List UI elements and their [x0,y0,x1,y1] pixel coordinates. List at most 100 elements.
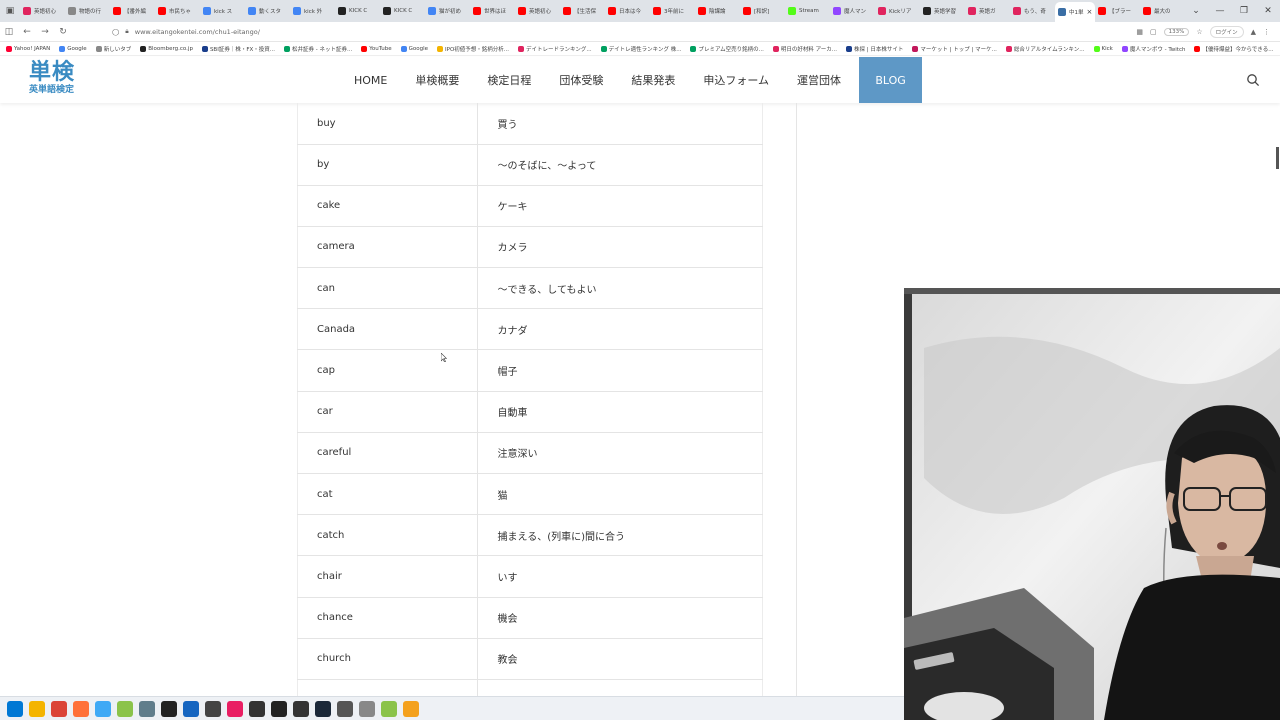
sidebar-toggle-icon[interactable]: ◫ [0,22,18,42]
bookmark-item[interactable]: マーケット | トップ | マーケ... [912,45,997,53]
lock-icon[interactable]: 🔒︎ [125,27,128,36]
app-icon[interactable] [95,700,111,717]
app-icon[interactable] [117,700,133,717]
browser-tab[interactable]: 動くスタ [245,2,290,20]
bookmark-item[interactable]: デイトレードランキング... [518,45,592,53]
file-explorer-icon[interactable] [29,700,45,717]
picture-in-picture-icon[interactable]: ▢ [1150,28,1157,36]
tab-label: 魔人マン [844,9,867,15]
terminal-icon[interactable] [249,700,265,717]
browser-tab[interactable]: もう、奇 [1010,2,1055,20]
record-icon[interactable] [161,700,177,717]
browser-tab[interactable]: 英語初心 [515,2,560,20]
bookmark-item[interactable]: 明日の好材料 アーカ... [772,45,837,53]
back-button[interactable]: ← [18,22,36,42]
browser-tab[interactable]: 英語ガ [965,2,1010,20]
browser-tab[interactable]: kick ス [200,2,245,20]
app-icon[interactable] [271,700,287,717]
browser-tab[interactable]: Kickリア [875,2,920,20]
tab-search-icon[interactable]: ⌄ [1184,0,1208,22]
bookmark-item[interactable]: デイトレ適性ランキング 株... [600,45,681,53]
nav-item-1[interactable]: 単検概要 [401,57,473,103]
bookmark-item[interactable]: 総合リアルタイムランキン... [1005,45,1085,53]
browser-tab[interactable]: 物語の行 [65,2,110,20]
site-logo[interactable]: 単検 英単語検定 [29,61,79,96]
browser-tab[interactable]: KICK C [335,2,380,20]
app-icon[interactable] [381,700,397,717]
scrollbar-thumb[interactable] [1276,147,1279,169]
bookmark-item[interactable]: Yahoo! JAPAN [6,45,50,52]
app-icon[interactable] [205,700,221,717]
nav-item-7[interactable]: BLOG [859,57,923,103]
app-icon[interactable] [227,700,243,717]
browser-tab[interactable]: 世界はほ [470,2,515,20]
minimize-button[interactable]: — [1208,0,1232,22]
extension-icon[interactable]: ▲ [1251,28,1256,36]
nav-item-5[interactable]: 申込フォーム [689,57,783,103]
table-row: cap 帽子 [297,349,763,392]
app-icon[interactable] [293,700,309,717]
bookmark-star-icon[interactable]: ☆ [1196,28,1202,36]
table-row: careful 注意深い [297,432,763,475]
bookmark-item[interactable]: Google [59,45,87,52]
url-field[interactable]: ◯ 🔒︎ www.eitangokentei.com/chu1-eitango/ [112,25,1136,39]
bookmark-item[interactable]: SBI証券｜株・FX・投資... [201,45,275,53]
bookmark-item[interactable]: プレミアム空売り銘柄の... [690,45,764,53]
browser-tab[interactable]: 【生活保 [560,2,605,20]
english-word-cell: cap [297,349,478,392]
maximize-button[interactable]: ❐ [1232,0,1256,22]
browser-tab[interactable]: 最大の [1140,2,1185,20]
browser-tab[interactable]: kick 外 [290,2,335,20]
app-icon[interactable] [183,700,199,717]
browser-tab[interactable]: 英語学習 [920,2,965,20]
browser-tab[interactable]: 英語初心 [20,2,65,20]
bookmark-item[interactable]: 【優待爆益】今からできる... [1194,45,1273,53]
browser-tab[interactable]: 魔人マン [830,2,875,20]
browser-tab[interactable]: 市民ちゃ [155,2,200,20]
url-text[interactable]: www.eitangokentei.com/chu1-eitango/ [135,28,260,36]
nav-item-0[interactable]: HOME [340,57,401,103]
tracking-shield-icon[interactable]: ◯ [112,28,119,36]
menu-icon[interactable]: ⋮ [1263,28,1270,36]
bookmark-item[interactable]: 新しいタブ [95,45,131,53]
app-icon[interactable] [337,700,353,717]
bookmark-item[interactable]: Google [400,45,428,52]
nav-item-6[interactable]: 運営団体 [783,57,855,103]
bookmark-item[interactable]: IPO初値予想・銘柄分析... [437,45,509,53]
firefox-icon[interactable] [73,700,89,717]
browser-tab[interactable]: 【ブラー [1095,2,1140,20]
browser-tab[interactable]: KICK C [380,2,425,20]
app-icon[interactable] [139,700,155,717]
reload-button[interactable]: ↻ [54,22,72,42]
tab-active[interactable]: 中1単 × [1055,2,1095,22]
reader-icon[interactable]: ▦ [1136,28,1143,36]
chrome-icon[interactable] [51,700,67,717]
bookmark-item[interactable]: YouTube [361,45,392,52]
browser-tab[interactable]: 【番外編 [110,2,155,20]
nav-item-3[interactable]: 団体受験 [545,57,617,103]
browser-tab[interactable]: 猫が初め [425,2,470,20]
nav-item-2[interactable]: 検定日程 [473,57,545,103]
zoom-level[interactable]: 133% [1163,27,1190,36]
search-icon[interactable] [1246,73,1260,87]
login-button[interactable]: ログイン [1209,25,1244,38]
steam-icon[interactable] [315,700,331,717]
bookmark-item[interactable]: Bloomberg.co.jp [140,45,193,52]
forward-button[interactable]: → [36,22,54,42]
bookmark-item[interactable]: Kick [1093,45,1113,52]
bookmark-item[interactable]: 松井証券 - ネット証券... [284,45,352,53]
nav-item-4[interactable]: 結果発表 [617,57,689,103]
tab-actions-icon[interactable]: ▣ [0,0,20,22]
browser-tab[interactable]: [和訳] [740,2,785,20]
app-icon[interactable] [359,700,375,717]
close-tab-icon[interactable]: × [1087,8,1093,16]
browser-tab[interactable]: 3年前に [650,2,695,20]
browser-tab[interactable]: 日本は今 [605,2,650,20]
browser-tab[interactable]: Stream [785,2,830,20]
app-icon[interactable] [403,700,419,717]
browser-tab[interactable]: 陰謀論 [695,2,740,20]
bookmark-item[interactable]: 魔人マンボウ - Twitch [1121,45,1185,53]
windows-start-icon[interactable] [7,700,23,717]
bookmark-item[interactable]: 株探 | 日本株サイト [846,45,903,53]
close-window-button[interactable]: ✕ [1256,0,1280,22]
